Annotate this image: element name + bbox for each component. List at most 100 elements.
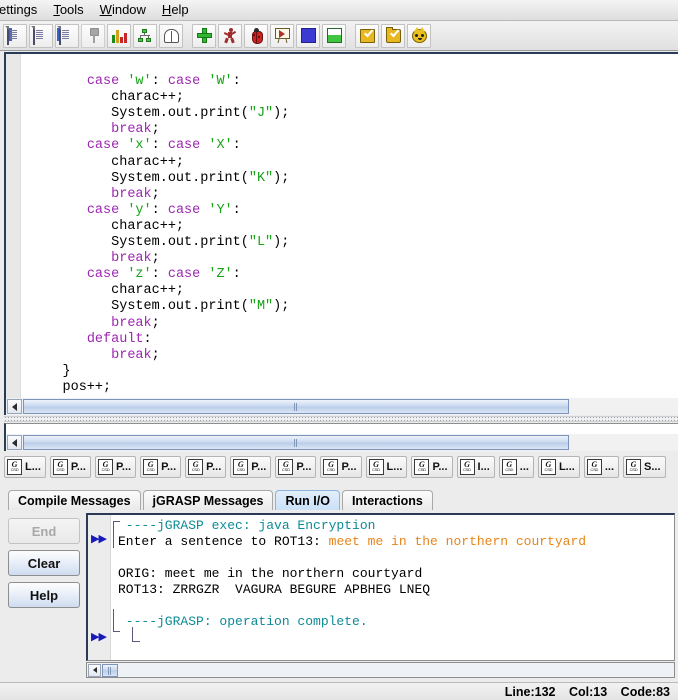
run-io-horizontal-scrollbar[interactable] — [86, 662, 675, 678]
presentation-button[interactable] — [270, 23, 294, 48]
file-tab-label: ... — [604, 461, 614, 473]
editor-hscroll-track[interactable] — [569, 399, 678, 414]
file-tab[interactable]: G CSD P... — [411, 456, 453, 478]
file-tab-label: P... — [115, 461, 132, 473]
check-folder-button[interactable] — [381, 23, 405, 48]
file-tab[interactable]: G CSD P... — [185, 456, 227, 478]
secondary-hscroll-track[interactable] — [569, 435, 678, 450]
new-other-document-button[interactable] — [55, 23, 79, 48]
code-token: "K" — [248, 170, 274, 186]
code-line: case 'x': case 'X': — [22, 138, 678, 154]
console-line: Enter a sentence to ROT13: meet me in th… — [118, 534, 674, 550]
file-tab[interactable]: G CSD P... — [49, 456, 91, 478]
class-tree-button[interactable] — [133, 23, 157, 48]
check-document-icon — [359, 28, 375, 43]
code-token: break — [111, 251, 152, 267]
menu-help[interactable]: Help — [154, 1, 197, 19]
run-person-icon — [223, 28, 237, 44]
code-line: charac++; — [22, 155, 678, 171]
console-token: Enter a sentence to ROT13: — [118, 534, 329, 549]
pin-button[interactable] — [81, 23, 105, 48]
code-token: "M" — [248, 299, 274, 315]
run-io-output-text[interactable]: ----jGRASP exec: java Encryption Enter a … — [118, 518, 674, 630]
file-tab[interactable]: G CSD L... — [4, 456, 46, 478]
console-line: ORIG: meet me in the northern courtyard — [118, 566, 674, 582]
bar-chart-button[interactable] — [107, 23, 131, 48]
code-token: System.out.print( — [22, 235, 249, 251]
console-token: ----jGRASP: operation complete. — [118, 614, 368, 629]
menu-settings[interactable]: ettings — [0, 1, 45, 19]
compile-button[interactable] — [192, 23, 216, 48]
code-line: case 'y': case 'Y': — [22, 203, 678, 219]
menu-window[interactable]: Window — [92, 1, 154, 19]
menu-help-label: elp — [171, 2, 189, 17]
open-book-button[interactable] — [159, 23, 183, 48]
blue-square-button[interactable] — [296, 23, 320, 48]
run-io-hscroll-thumb[interactable] — [102, 663, 118, 677]
code-editor-pane[interactable]: case 'w': case 'W': charac++; System.out… — [4, 52, 678, 398]
end-button-label: End — [31, 523, 57, 539]
debug-button[interactable] — [244, 23, 268, 48]
menu-help-mnemonic: H — [161, 2, 172, 17]
editor-splitter-handle[interactable] — [4, 416, 678, 422]
message-tab-interactions[interactable]: Interactions — [341, 490, 433, 511]
code-token: 'w' — [127, 74, 152, 90]
code-token: ); — [273, 299, 290, 315]
message-tab-compile-messages[interactable]: Compile Messages — [8, 490, 141, 511]
file-tab[interactable]: G CSD... — [583, 456, 619, 478]
file-tab[interactable]: G CSD L... — [537, 456, 580, 478]
scroll-left-arrow-icon[interactable] — [7, 399, 22, 414]
check-document-button[interactable] — [355, 23, 379, 48]
help-button[interactable]: Help — [8, 582, 80, 608]
file-tab-label: L... — [558, 461, 575, 473]
editor-horizontal-scrollbar[interactable] — [4, 398, 678, 415]
green-split-square-button[interactable] — [322, 23, 346, 48]
new-plain-document-icon — [32, 26, 50, 45]
run-button[interactable] — [218, 23, 242, 48]
file-tab[interactable]: G CSD... — [498, 456, 534, 478]
file-tab-label: S... — [644, 461, 661, 473]
clear-button[interactable]: Clear — [8, 550, 80, 576]
code-token: case — [167, 202, 201, 218]
secondary-hscroll-thumb[interactable] — [23, 435, 569, 450]
new-csd-document-button[interactable] — [3, 23, 27, 48]
blue-square-icon — [300, 28, 316, 43]
file-tab[interactable]: G CSD P... — [94, 456, 137, 478]
code-token: pos++; — [22, 379, 112, 395]
green-split-square-icon — [326, 28, 342, 43]
toolbar — [0, 21, 678, 51]
file-tab-label: P... — [161, 461, 177, 473]
menu-tools[interactable]: Tools — [45, 1, 91, 19]
console-line: ROT13: ZRRGZR VAGURA BEGURE APBHEG LNEQ — [118, 582, 674, 598]
new-other-document-icon — [56, 26, 76, 45]
cat-face-button[interactable] — [407, 23, 431, 48]
file-tab[interactable]: G CSD P... — [275, 456, 317, 478]
file-tab[interactable]: G CSD S... — [623, 456, 666, 478]
new-plain-document-button[interactable] — [29, 23, 53, 48]
file-tab-label: P... — [206, 461, 222, 473]
run-io-console[interactable]: ▶▶ ▶▶ ----jGRASP exec: java Encryption En… — [86, 513, 675, 661]
message-tab-bar[interactable]: Compile Messages jGRASP Messages Run I/O In… — [0, 486, 678, 511]
secondary-horizontal-scrollbar[interactable] — [4, 434, 678, 451]
file-tab[interactable]: G CSD L... — [365, 456, 408, 478]
message-tab-run-i-o[interactable]: Run I/O — [275, 490, 340, 511]
file-tab[interactable]: G CSD I... — [456, 456, 495, 478]
editor-hscroll-thumb[interactable] — [23, 399, 569, 414]
editor-code-text[interactable]: case 'w': case 'W': charac++; System.out… — [22, 58, 678, 398]
run-io-scroll-left-arrow-icon[interactable] — [88, 663, 101, 677]
file-tab[interactable]: G CSD P... — [320, 456, 362, 478]
file-tab[interactable]: G CSD P... — [230, 456, 272, 478]
jgrasp-csd-file-icon: G CSD — [626, 459, 641, 475]
file-tab-bar[interactable]: G CSD L... G CSD P... G CSD P... G CSD P... G CSD P...… — [0, 452, 678, 482]
green-plus-icon — [196, 28, 212, 43]
code-token: case — [86, 202, 120, 218]
message-tab-jgrasp-messages[interactable]: jGRASP Messages — [142, 490, 274, 511]
scroll-left-arrow-icon-2[interactable] — [7, 435, 22, 450]
file-tab[interactable]: G CSD P... — [140, 456, 182, 478]
code-token: ; — [151, 347, 160, 363]
